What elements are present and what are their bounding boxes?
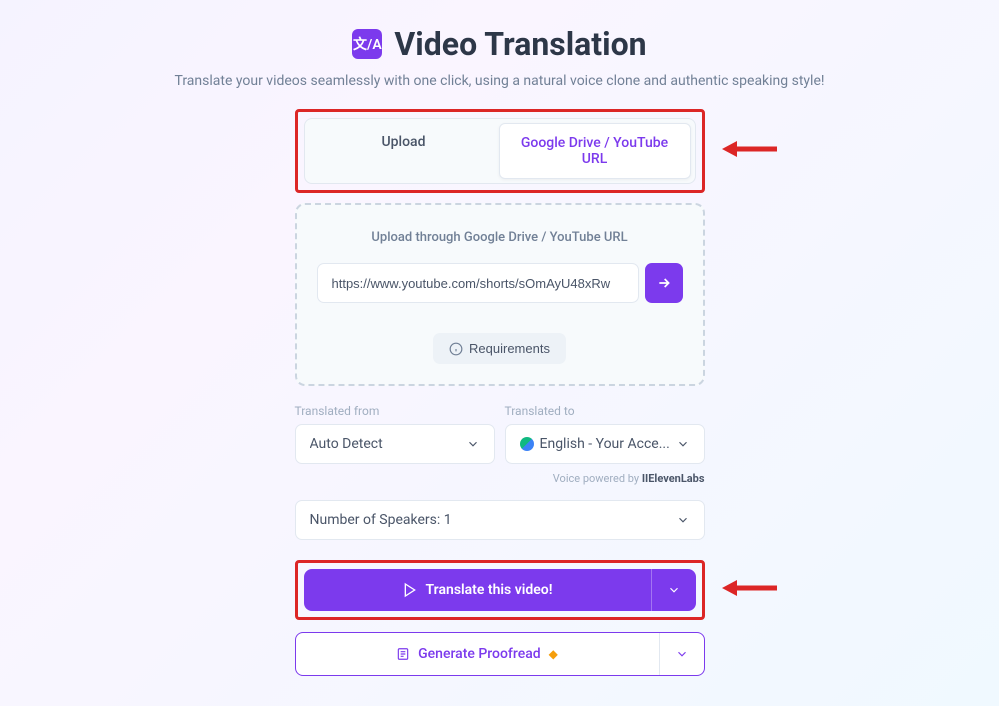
chevron-down-icon	[676, 437, 690, 451]
to-language-select[interactable]: English - Your Acce...	[505, 424, 705, 464]
document-icon	[396, 647, 410, 661]
proofread-button-label: Generate Proofread	[418, 646, 541, 662]
chevron-down-icon	[466, 437, 480, 451]
translate-button-label: Translate this video!	[426, 582, 553, 598]
submit-url-button[interactable]	[645, 263, 683, 303]
source-tabs: Upload Google Drive / YouTube URL	[304, 118, 696, 184]
translate-dropdown-button[interactable]	[651, 569, 696, 611]
tab-url[interactable]: Google Drive / YouTube URL	[499, 123, 691, 179]
translate-icon: 文/A	[352, 29, 382, 59]
voice-credit: Voice powered by IIElevenLabs	[295, 472, 705, 485]
translate-button-group: Translate this video!	[304, 569, 696, 611]
proofread-dropdown-button[interactable]	[659, 633, 704, 675]
chevron-down-icon	[667, 583, 681, 597]
upload-area: Upload through Google Drive / YouTube UR…	[295, 203, 705, 386]
annotation-arrow	[717, 573, 782, 607]
page-title-text: Video Translation	[394, 25, 646, 63]
to-label: Translated to	[505, 404, 705, 418]
play-icon	[402, 582, 418, 598]
translate-button[interactable]: Translate this video!	[304, 569, 651, 611]
tab-upload[interactable]: Upload	[309, 123, 499, 179]
upload-label: Upload through Google Drive / YouTube UR…	[317, 230, 683, 245]
proofread-button-group: Generate Proofread ◆	[295, 632, 705, 676]
proofread-button[interactable]: Generate Proofread ◆	[296, 633, 659, 675]
to-language-value: English - Your Acce...	[520, 436, 676, 452]
speakers-select[interactable]: Number of Speakers: 1	[295, 500, 705, 540]
from-label: Translated from	[295, 404, 495, 418]
page-title: 文/A Video Translation	[150, 25, 850, 63]
requirements-button[interactable]: Requirements	[433, 333, 566, 364]
translate-highlight: Translate this video!	[295, 560, 705, 620]
premium-icon: ◆	[549, 647, 558, 661]
tabs-highlight: Upload Google Drive / YouTube URL	[295, 109, 705, 193]
chevron-down-icon	[676, 513, 690, 527]
from-language-value: Auto Detect	[310, 436, 466, 452]
info-icon	[449, 342, 463, 356]
annotation-arrow	[717, 134, 782, 168]
url-input[interactable]	[317, 263, 639, 303]
requirements-label: Requirements	[469, 341, 550, 356]
chevron-down-icon	[675, 647, 689, 661]
page-subtitle: Translate your videos seamlessly with on…	[150, 73, 850, 89]
globe-icon	[520, 437, 534, 451]
speakers-value: Number of Speakers: 1	[310, 512, 676, 528]
from-language-select[interactable]: Auto Detect	[295, 424, 495, 464]
